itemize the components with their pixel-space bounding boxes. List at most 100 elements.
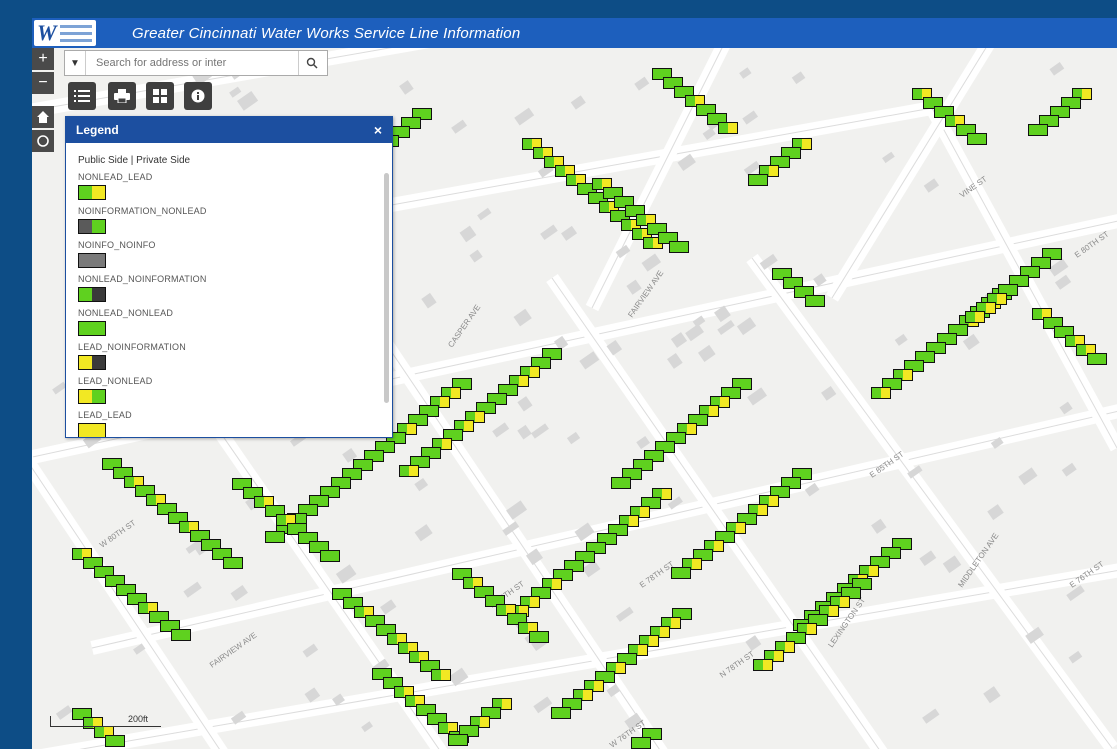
building [531, 423, 549, 439]
service-line-private-side [453, 430, 462, 440]
home-button[interactable] [32, 106, 54, 128]
building [459, 225, 477, 243]
service-line-public-side [600, 202, 609, 212]
service-line-private-side [709, 406, 718, 416]
service-line-private-side [660, 627, 669, 637]
service-line-private-side [502, 699, 511, 709]
service-line-private-side [541, 358, 550, 368]
service-line-private-side [862, 579, 871, 589]
street-label: W 80TH ST [98, 518, 137, 549]
building [304, 687, 321, 703]
service-line-public-side [95, 727, 104, 737]
search-input[interactable] [94, 56, 298, 70]
street-label: N 78TH ST [718, 649, 756, 679]
service-line-private-side [925, 352, 934, 362]
service-line-public-side [128, 594, 137, 604]
gcww-logo: W [34, 20, 96, 46]
service-line-private-side [758, 175, 767, 185]
service-line-private-side [742, 379, 751, 389]
service-line-public-side [754, 660, 763, 670]
building [739, 67, 752, 79]
service-line-public-side [233, 479, 242, 489]
service-line-private-side [594, 681, 603, 691]
building [514, 107, 535, 126]
building [615, 606, 634, 622]
service-line-private-side [665, 442, 674, 452]
service-line-public-side [508, 614, 517, 624]
building [821, 385, 837, 401]
service-line-private-side [607, 534, 616, 544]
service-line-public-side [244, 488, 253, 498]
service-line-public-side [612, 478, 621, 488]
building [636, 436, 651, 450]
service-line-public-side [545, 157, 554, 167]
legend-item: LEAD_LEAD [78, 410, 380, 437]
building [894, 333, 908, 346]
zoom-in-button[interactable]: + [32, 48, 54, 70]
service-line-private-side [903, 370, 912, 380]
locate-button[interactable] [32, 130, 54, 152]
service-line-private-side [869, 566, 878, 576]
basemap-tool-button[interactable] [146, 82, 174, 110]
service-line-private-side [1041, 258, 1050, 268]
close-icon[interactable]: × [374, 122, 382, 138]
chevron-down-icon: ▼ [70, 57, 80, 69]
search-button[interactable] [298, 51, 325, 75]
print-tool-button[interactable] [108, 82, 136, 110]
legend-tool-button[interactable] [68, 82, 96, 110]
locate-icon [37, 135, 49, 147]
service-line-public-side [180, 522, 189, 532]
service-line-public-side [924, 98, 933, 108]
service-line-private-side [422, 109, 431, 119]
service-line-private-side [774, 651, 783, 661]
service-line-public-side [439, 723, 448, 733]
service-line-private-side [681, 568, 690, 578]
service-line-private-side [947, 334, 956, 344]
service-line-public-side [213, 549, 222, 559]
service-line-private-side [914, 361, 923, 371]
info-tool-button[interactable] [184, 82, 212, 110]
legend-scrollbar[interactable] [384, 173, 389, 403]
service-line-public-side [784, 278, 793, 288]
zoom-out-button[interactable]: − [32, 72, 54, 94]
service-line-private-side [818, 615, 827, 625]
service-line-public-side [406, 696, 415, 706]
service-line-private-side [330, 551, 339, 561]
service-line-public-side [872, 388, 881, 398]
building [1018, 467, 1038, 486]
service-line-private-side [1049, 116, 1058, 126]
legend-body: Public Side | Private Side NONLEAD_LEAD N… [66, 143, 392, 437]
search-source-dropdown[interactable]: ▼ [65, 51, 86, 75]
service-line-public-side [310, 542, 319, 552]
service-line-public-side [321, 551, 330, 561]
service-line-private-side [385, 442, 394, 452]
building [871, 518, 887, 534]
service-line-private-side [731, 388, 740, 398]
building [919, 550, 937, 567]
legend-symbol-swatch [78, 219, 106, 234]
service-line-private-side [605, 672, 614, 682]
building [183, 581, 202, 598]
service-line-private-side [785, 642, 794, 652]
building [743, 160, 761, 176]
service-line-public-side [417, 705, 426, 715]
service-line-private-side [676, 433, 685, 443]
service-line-private-side [411, 118, 420, 128]
street [32, 455, 228, 749]
service-line-public-side [552, 708, 561, 718]
service-line-private-side [651, 498, 660, 508]
service-line-private-side [1060, 107, 1069, 117]
service-line-private-side [374, 451, 383, 461]
service-line-private-side [352, 469, 361, 479]
service-line-public-side [384, 678, 393, 688]
service-line-private-side [618, 525, 627, 535]
service-line-public-side [913, 89, 922, 99]
legend-header: Legend × [66, 117, 392, 143]
building [414, 477, 429, 492]
service-line-private-side [233, 558, 242, 568]
legend-list-icon [74, 90, 90, 102]
service-line-private-side [791, 478, 800, 488]
building [361, 721, 373, 733]
service-line-public-side [653, 69, 662, 79]
scale-label: 200ft [128, 714, 149, 724]
